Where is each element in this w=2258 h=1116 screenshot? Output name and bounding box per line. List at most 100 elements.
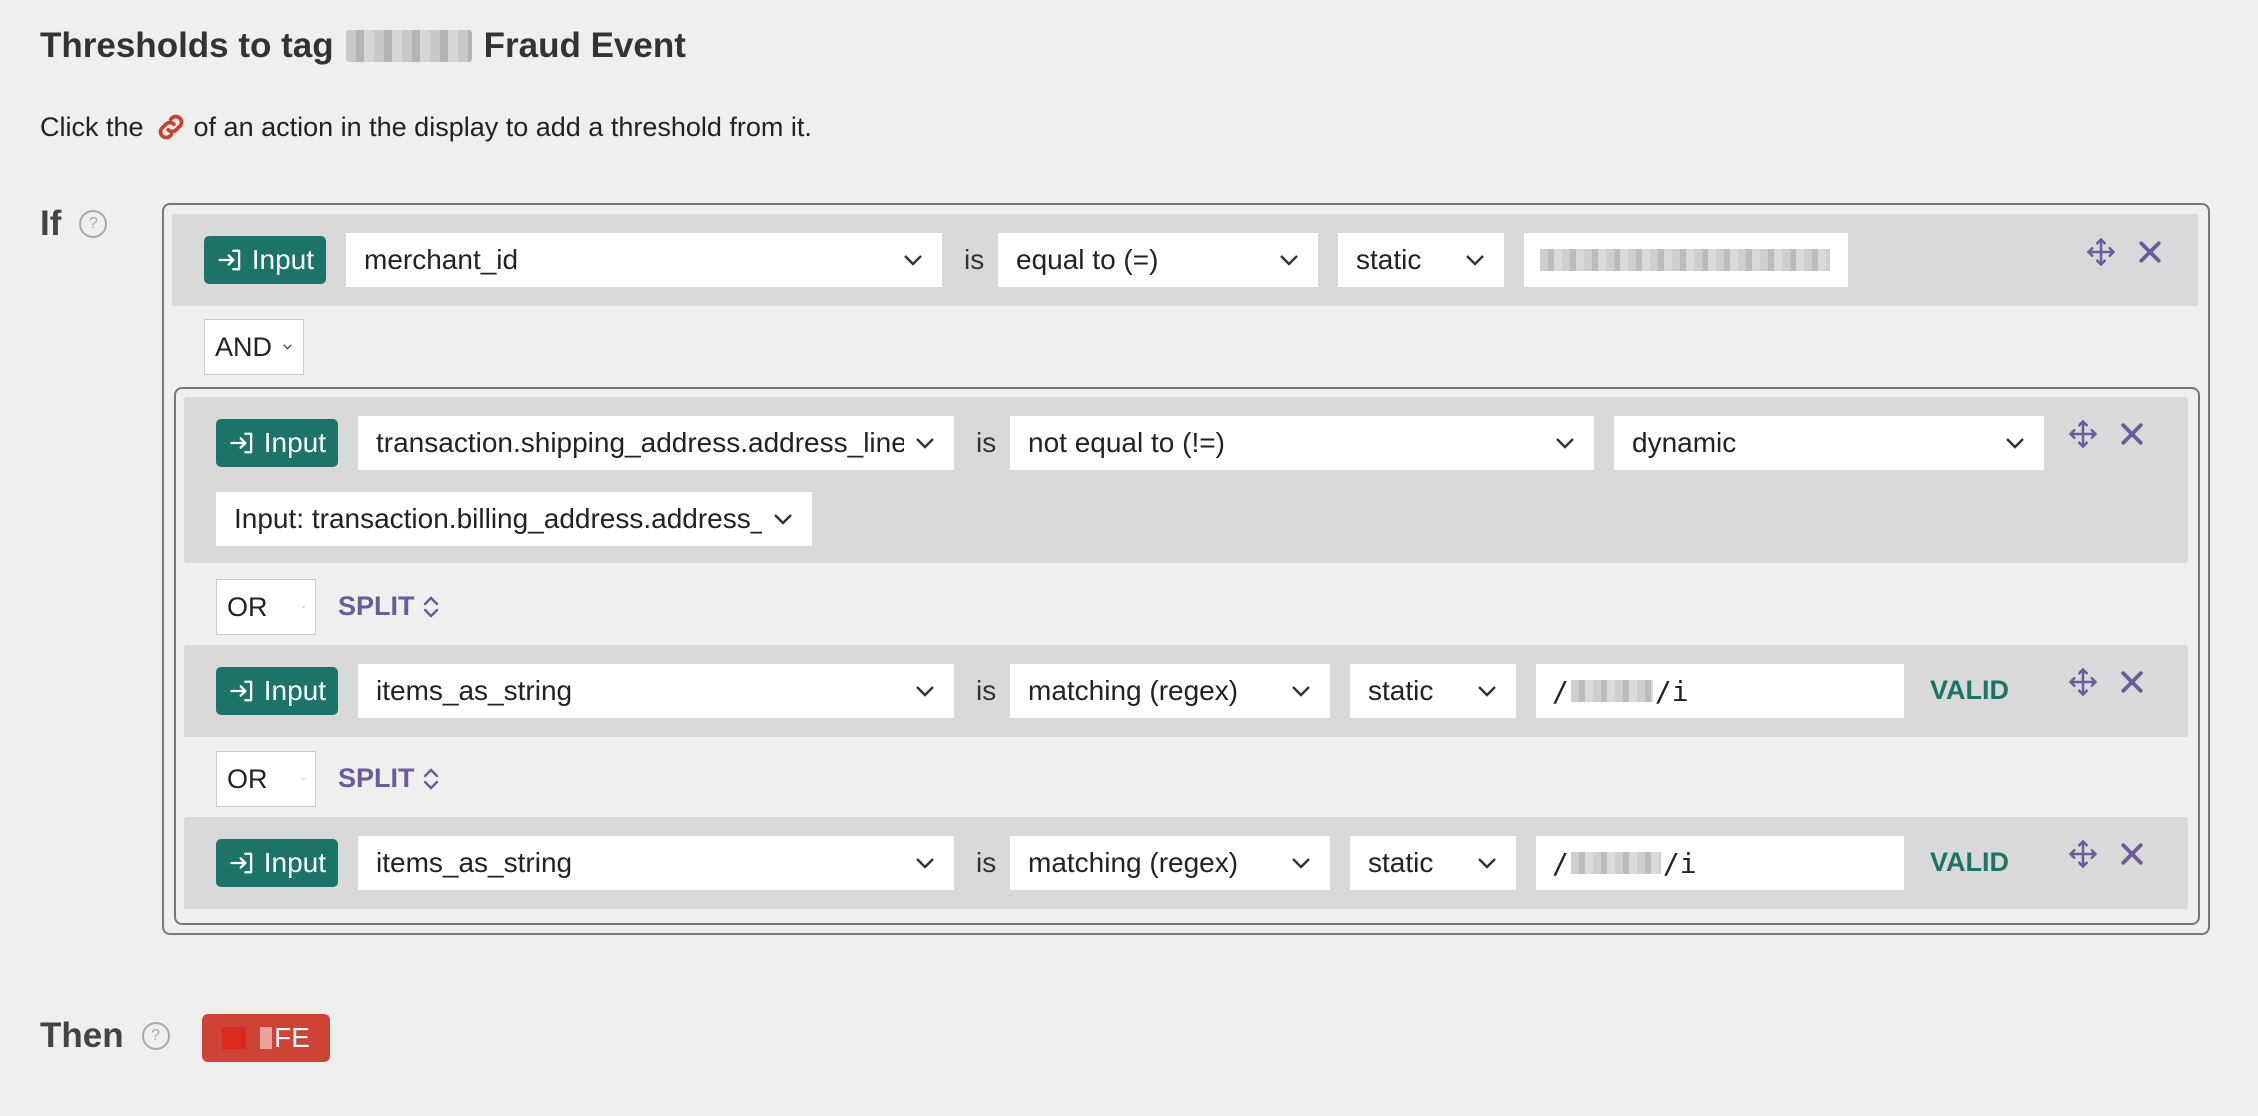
- is-label: is: [964, 244, 985, 275]
- is-label: is: [976, 847, 997, 878]
- is-label: is: [976, 427, 997, 458]
- regex-prefix: /: [1552, 846, 1569, 880]
- input-source-button[interactable]: Input: [216, 419, 338, 467]
- field-select-value: items_as_string: [376, 847, 573, 878]
- is-label: is: [976, 675, 997, 706]
- hint-text: Click the of an action in the display to…: [40, 110, 812, 144]
- if-help-icon[interactable]: ?: [79, 210, 108, 238]
- operator-select-value: matching (regex): [1028, 675, 1239, 706]
- move-icon[interactable]: [2068, 419, 2098, 449]
- move-icon[interactable]: [2086, 237, 2116, 267]
- input-button-label: Input: [251, 244, 314, 275]
- valid-status: VALID: [1930, 675, 2009, 705]
- then-help-icon[interactable]: ?: [141, 1022, 170, 1050]
- redacted-action-color: [222, 1027, 247, 1049]
- operator-select[interactable]: matching (regex): [1010, 664, 1330, 718]
- chevron-down-icon: [1478, 858, 1496, 869]
- operator-select[interactable]: matching (regex): [1010, 836, 1330, 890]
- mode-select-value: static: [1368, 847, 1434, 878]
- regex-prefix: /: [1552, 674, 1569, 708]
- mode-select[interactable]: dynamic: [1614, 416, 2044, 470]
- redacted-value: [1540, 249, 1830, 271]
- input-button-label: Input: [263, 427, 326, 458]
- condition-group-outer: Input merchant_id is equal to (=) static…: [162, 203, 2210, 935]
- valid-status: VALID: [1930, 847, 2009, 877]
- input-button-label: Input: [263, 847, 326, 878]
- field-select[interactable]: items_as_string: [358, 664, 954, 718]
- condition-row-1: Input merchant_id is equal to (=) static: [172, 214, 2198, 306]
- operator-select[interactable]: equal to (=): [998, 233, 1318, 287]
- chevron-up-down-icon: [423, 595, 438, 618]
- chevron-down-icon: [916, 438, 934, 449]
- split-button-1[interactable]: SPLIT: [338, 591, 441, 622]
- field-select[interactable]: merchant_id: [346, 233, 942, 287]
- or-logic-select-2[interactable]: OR: [216, 751, 316, 807]
- split-button-2[interactable]: SPLIT: [338, 763, 441, 794]
- move-icon[interactable]: [2068, 667, 2098, 697]
- chevron-down-icon: [1280, 255, 1298, 266]
- move-icon[interactable]: [2068, 839, 2098, 869]
- chevron-down-icon: [283, 344, 292, 350]
- and-logic-select[interactable]: AND: [204, 319, 304, 375]
- title-suffix: Fraud Event: [483, 26, 686, 65]
- mode-select-value: static: [1368, 675, 1434, 706]
- mode-select[interactable]: static: [1338, 233, 1504, 287]
- if-label-text: If: [40, 204, 62, 243]
- input-source-button[interactable]: Input: [204, 236, 326, 284]
- split-label: SPLIT: [338, 763, 415, 793]
- chevron-down-icon: [774, 514, 792, 525]
- field-select-value: transaction.shipping_address.address_lin…: [376, 427, 904, 458]
- field-select[interactable]: transaction.shipping_address.address_lin…: [358, 416, 954, 470]
- sign-in-icon: [218, 249, 241, 271]
- chevron-down-icon: [1556, 438, 1574, 449]
- then-label: Then ?: [40, 1016, 170, 1056]
- regex-suffix: /i: [1654, 674, 1689, 708]
- field-select-value: items_as_string: [376, 675, 573, 706]
- close-icon[interactable]: [2117, 839, 2147, 869]
- close-icon[interactable]: [2117, 419, 2147, 449]
- hint-after: of an action in the display to add a thr…: [193, 111, 812, 142]
- then-label-text: Then: [40, 1016, 124, 1055]
- chevron-down-icon: [1292, 858, 1310, 869]
- value-input[interactable]: [1524, 233, 1848, 287]
- dynamic-value-select[interactable]: Input: transaction.billing_address.addre…: [216, 492, 812, 546]
- redacted-action-text: [260, 1027, 273, 1049]
- condition-row-3: Input items_as_string is matching (regex…: [184, 645, 2188, 737]
- regex-value-input[interactable]: / /i: [1536, 664, 1904, 718]
- chevron-down-icon: [904, 255, 922, 266]
- or-logic-select-1[interactable]: OR: [216, 579, 316, 635]
- input-source-button[interactable]: Input: [216, 839, 338, 887]
- chevron-down-icon: [1478, 686, 1496, 697]
- chevron-down-icon: [916, 686, 934, 697]
- redacted-value: [1570, 852, 1661, 874]
- chevron-up-down-icon: [423, 767, 438, 790]
- close-icon[interactable]: [2135, 237, 2165, 267]
- input-button-label: Input: [263, 675, 326, 706]
- dynamic-value-select-value: Input: transaction.billing_address.addre…: [234, 503, 762, 534]
- mode-select[interactable]: static: [1350, 836, 1516, 890]
- condition-row-2: Input transaction.shipping_address.addre…: [184, 397, 2188, 563]
- input-source-button[interactable]: Input: [216, 667, 338, 715]
- field-select[interactable]: items_as_string: [358, 836, 954, 890]
- then-action-button[interactable]: FE: [202, 1014, 330, 1062]
- and-logic-value: AND: [215, 331, 273, 362]
- then-action-label: FE: [274, 1022, 310, 1053]
- operator-select[interactable]: not equal to (!=): [1010, 416, 1594, 470]
- close-icon[interactable]: [2117, 667, 2147, 697]
- chevron-down-icon: [301, 778, 305, 780]
- if-label: If ?: [40, 204, 108, 244]
- field-select-value: merchant_id: [364, 244, 519, 275]
- mode-select-value: dynamic: [1632, 427, 1737, 458]
- sign-in-icon: [230, 680, 253, 702]
- regex-value-input[interactable]: / /i: [1536, 836, 1904, 890]
- sign-in-icon: [230, 852, 253, 874]
- condition-row-4: Input items_as_string is matching (regex…: [184, 817, 2188, 909]
- regex-suffix: /i: [1662, 846, 1697, 880]
- mode-select[interactable]: static: [1350, 664, 1516, 718]
- page-title: Thresholds to tag Fraud Event: [40, 26, 686, 66]
- redacted-title-text: [345, 30, 472, 62]
- condition-group-inner: Input transaction.shipping_address.addre…: [174, 387, 2200, 925]
- chevron-down-icon: [2006, 438, 2024, 449]
- chevron-down-icon: [1292, 686, 1310, 697]
- sign-in-icon: [230, 432, 253, 454]
